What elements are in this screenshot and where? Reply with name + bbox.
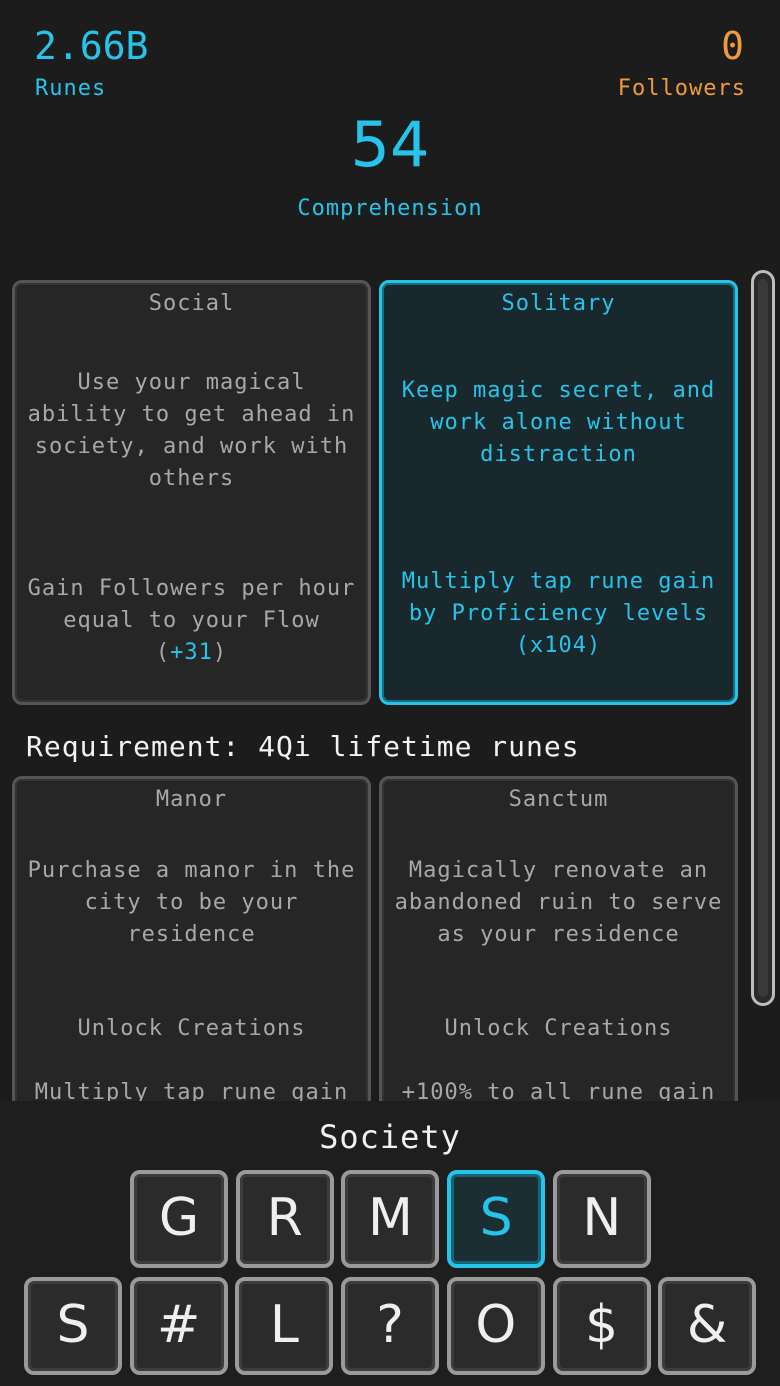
nav-key-row2-6[interactable]: & [658,1277,757,1375]
followers-count: 0 [721,24,744,68]
scrollbar[interactable] [751,270,775,1006]
effect-value: +31 [170,640,213,665]
nav-key-row1-2[interactable]: M [341,1170,440,1268]
nav-key-row2-2[interactable]: L [235,1277,334,1375]
card-description: Keep magic secret, and work alone withou… [401,378,716,467]
upgrade-list[interactable]: Social Use your magical ability to get a… [0,268,780,1101]
card-description: Use your magical ability to get ahead in… [27,370,356,491]
comprehension-label: Comprehension [297,196,483,221]
nav-key-row1-0[interactable]: G [130,1170,228,1268]
nav-key-row2-3[interactable]: ? [341,1277,440,1375]
card-title: Sanctum [508,787,609,812]
choice-card-social[interactable]: Social Use your magical ability to get a… [12,280,371,705]
nav-key-row1-4[interactable]: N [552,1170,651,1268]
nav-key-row2-1[interactable]: # [129,1277,228,1375]
runes-label: Runes [35,76,107,101]
card-description: Purchase a manor in the city to be your … [27,858,356,947]
choice-card-solitary[interactable]: Solitary Keep magic secret, and work alo… [379,280,738,705]
card-title: Social [148,291,235,316]
card-effect: Unlock Creations [444,1016,673,1041]
requirement-text: Requirement: 4Qi lifetime runes [26,730,580,763]
nav-key-row2-5[interactable]: $ [552,1277,651,1375]
nav-key-row1-1[interactable]: R [235,1170,334,1268]
nav-key-row2-0[interactable]: S [24,1277,122,1375]
scrollbar-thumb[interactable] [758,279,768,997]
nav-key-row2-4[interactable]: O [446,1277,545,1375]
card-description: Magically renovate an abandoned ruin to … [394,858,723,947]
card-effect: Unlock Creations [77,1016,306,1041]
nav-key-row1-3[interactable]: S [447,1170,546,1268]
section-title: Society [319,1118,461,1156]
card-effect: Gain Followers per hour equal to your Fl… [27,576,356,665]
comprehension-count: 54 [350,108,430,181]
card-effect: Multiply tap rune gain by Proficiency le… [401,569,716,658]
card-title: Solitary [501,291,616,316]
runes-count: 2.66B [34,24,149,68]
residence-card-sanctum[interactable]: Sanctum Magically renovate an abandoned … [379,776,738,1101]
card-effect-secondary: +100% to all rune gain [401,1080,716,1101]
card-effect-secondary: Multiply tap rune gain [34,1080,349,1101]
card-title: Manor [155,787,228,812]
residence-card-manor[interactable]: Manor Purchase a manor in the city to be… [12,776,371,1101]
followers-label: Followers [617,76,746,101]
